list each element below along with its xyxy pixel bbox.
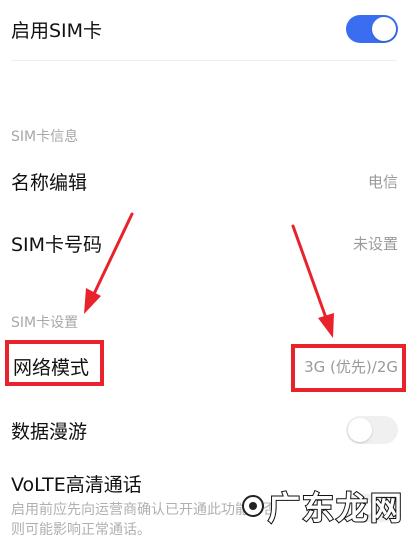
sim-number-row[interactable]: SIM卡号码 未设置	[0, 222, 408, 264]
name-edit-label: 名称编辑	[11, 171, 88, 194]
data-roaming-label: 数据漫游	[11, 420, 88, 443]
data-roaming-row[interactable]: 数据漫游	[0, 408, 408, 452]
name-edit-value: 电信	[367, 172, 398, 191]
watermark: 广东龙网	[241, 483, 404, 529]
divider	[11, 60, 397, 61]
toggle-knob	[372, 17, 396, 41]
sim-settings-screen: 启用SIM卡 SIM卡信息 名称编辑 电信 SIM卡号码 未设置 SIM卡设置 …	[0, 0, 408, 541]
annotation-arrows	[84, 212, 334, 338]
enable-sim-toggle[interactable]	[346, 15, 398, 43]
watermark-logo-icon	[241, 495, 264, 517]
sim-settings-header: SIM卡设置	[11, 315, 79, 331]
network-mode-label: 网络模式	[13, 356, 90, 379]
data-roaming-toggle[interactable]	[346, 416, 398, 444]
network-mode-value: 3G (优先)/2G	[304, 357, 398, 376]
enable-sim-row[interactable]: 启用SIM卡	[0, 8, 408, 50]
network-mode-row[interactable]: 网络模式 3G (优先)/2G	[0, 344, 408, 388]
toggle-knob	[348, 418, 372, 442]
volte-description: 启用前应先向运营商确认已开通此功能，否则可能影响正常通话。	[11, 502, 277, 538]
watermark-text: 广东龙网	[267, 488, 404, 528]
enable-sim-label: 启用SIM卡	[11, 19, 103, 42]
sim-info-header: SIM卡信息	[11, 129, 79, 145]
name-edit-row[interactable]: 名称编辑 电信	[0, 160, 408, 202]
sim-number-value: 未设置	[352, 234, 398, 253]
sim-number-label: SIM卡号码	[11, 233, 103, 256]
volte-label: VoLTE高清通话	[11, 473, 142, 496]
